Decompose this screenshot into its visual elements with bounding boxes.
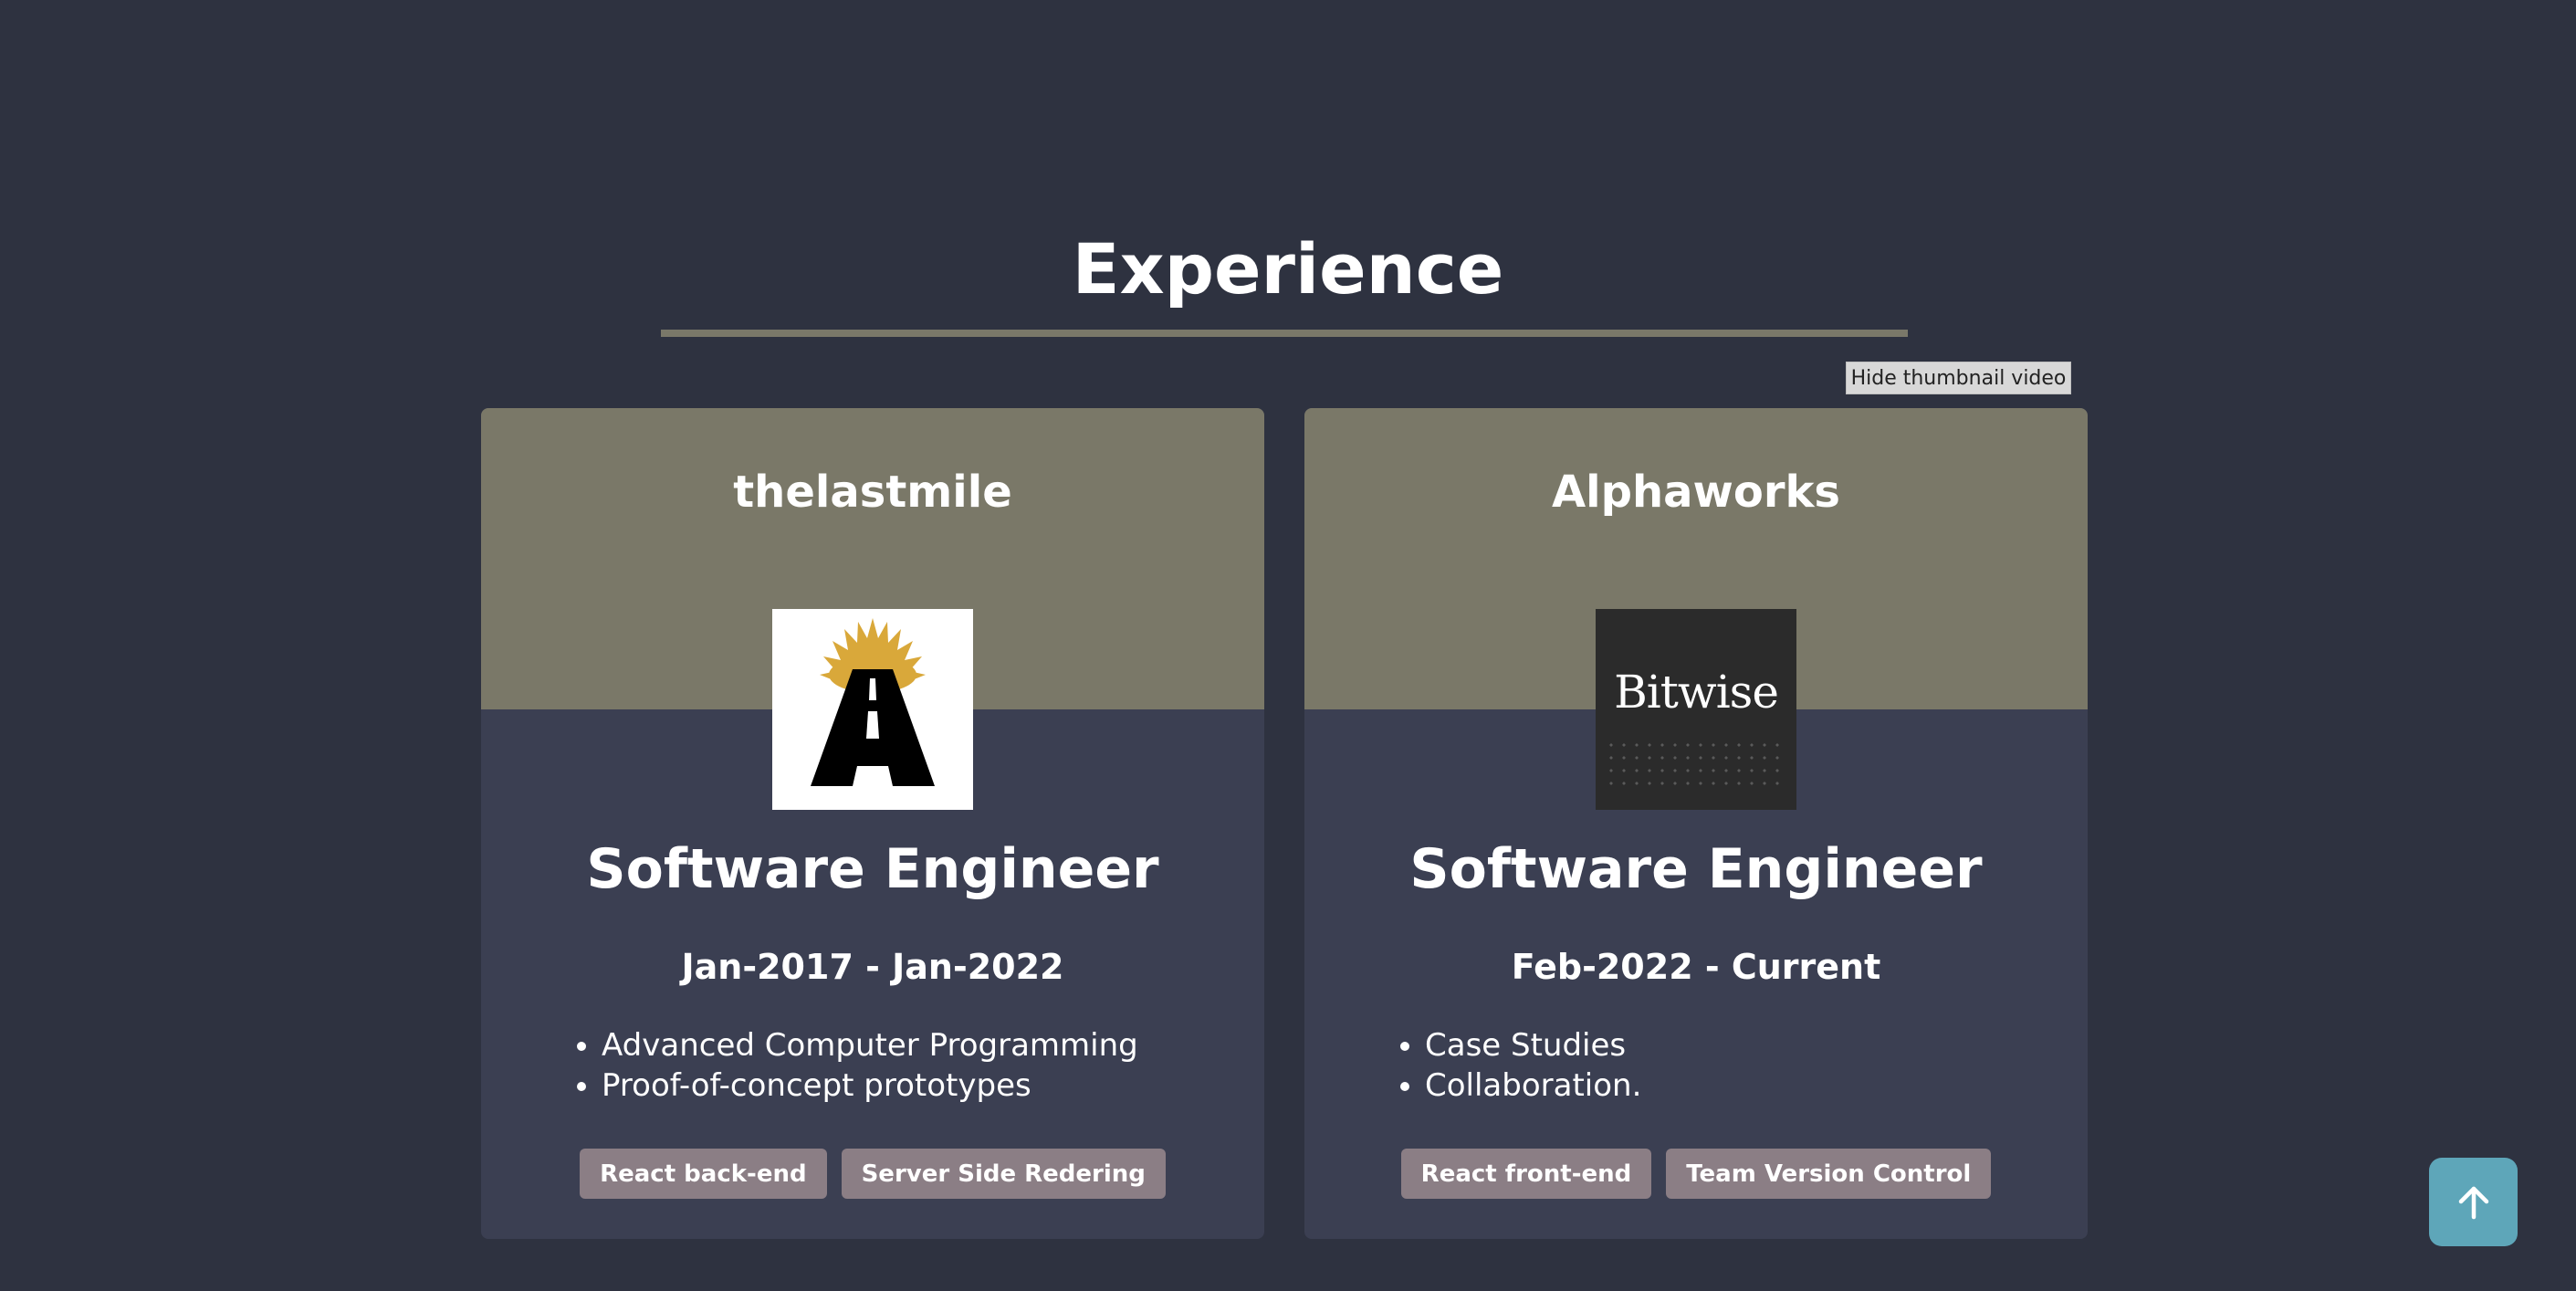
employment-dates: Jan-2017 - Jan-2022 bbox=[681, 947, 1064, 987]
bitwise-logo: Bitwise bbox=[1596, 609, 1796, 810]
scroll-to-top-button[interactable] bbox=[2429, 1158, 2518, 1246]
dot-pattern bbox=[1605, 739, 1787, 790]
skill-tag: React back-end bbox=[580, 1149, 827, 1199]
list-item: Case Studies bbox=[1425, 1025, 1641, 1065]
responsibility-list: Advanced Computer Programming Proof-of-c… bbox=[481, 1025, 1138, 1106]
job-title: Software Engineer bbox=[586, 837, 1159, 901]
list-item: Advanced Computer Programming bbox=[602, 1025, 1138, 1065]
skill-tag: Server Side Redering bbox=[841, 1149, 1166, 1199]
company-name: Alphaworks bbox=[1551, 467, 1840, 518]
responsibility-list: Case Studies Collaboration. bbox=[1304, 1025, 1641, 1106]
experience-card: thelastmile Software Engineer Jan-2017 -… bbox=[481, 408, 1264, 1239]
list-item: Proof-of-concept prototypes bbox=[602, 1065, 1138, 1106]
thelastmile-logo bbox=[772, 609, 973, 810]
arrow-up-icon bbox=[2458, 1186, 2488, 1219]
section-title: Experience bbox=[1072, 228, 1504, 310]
skill-tags: React back-end Server Side Redering bbox=[481, 1149, 1264, 1199]
bitwise-logo-text: Bitwise bbox=[1614, 666, 1779, 719]
thelastmile-logo-icon bbox=[811, 618, 935, 786]
skill-tag: Team Version Control bbox=[1666, 1149, 1992, 1199]
employment-dates: Feb-2022 - Current bbox=[1511, 947, 1881, 987]
hide-thumbnail-video-button[interactable]: Hide thumbnail video bbox=[1846, 362, 2071, 394]
job-title: Software Engineer bbox=[1409, 837, 1983, 901]
company-name: thelastmile bbox=[733, 467, 1012, 518]
list-item: Collaboration. bbox=[1425, 1065, 1641, 1106]
skill-tag: React front-end bbox=[1400, 1149, 1652, 1199]
experience-card: Alphaworks Bitwise Software Engineer Feb… bbox=[1304, 408, 2088, 1239]
title-divider bbox=[661, 330, 1908, 337]
skill-tags: React front-end Team Version Control bbox=[1304, 1149, 2088, 1199]
